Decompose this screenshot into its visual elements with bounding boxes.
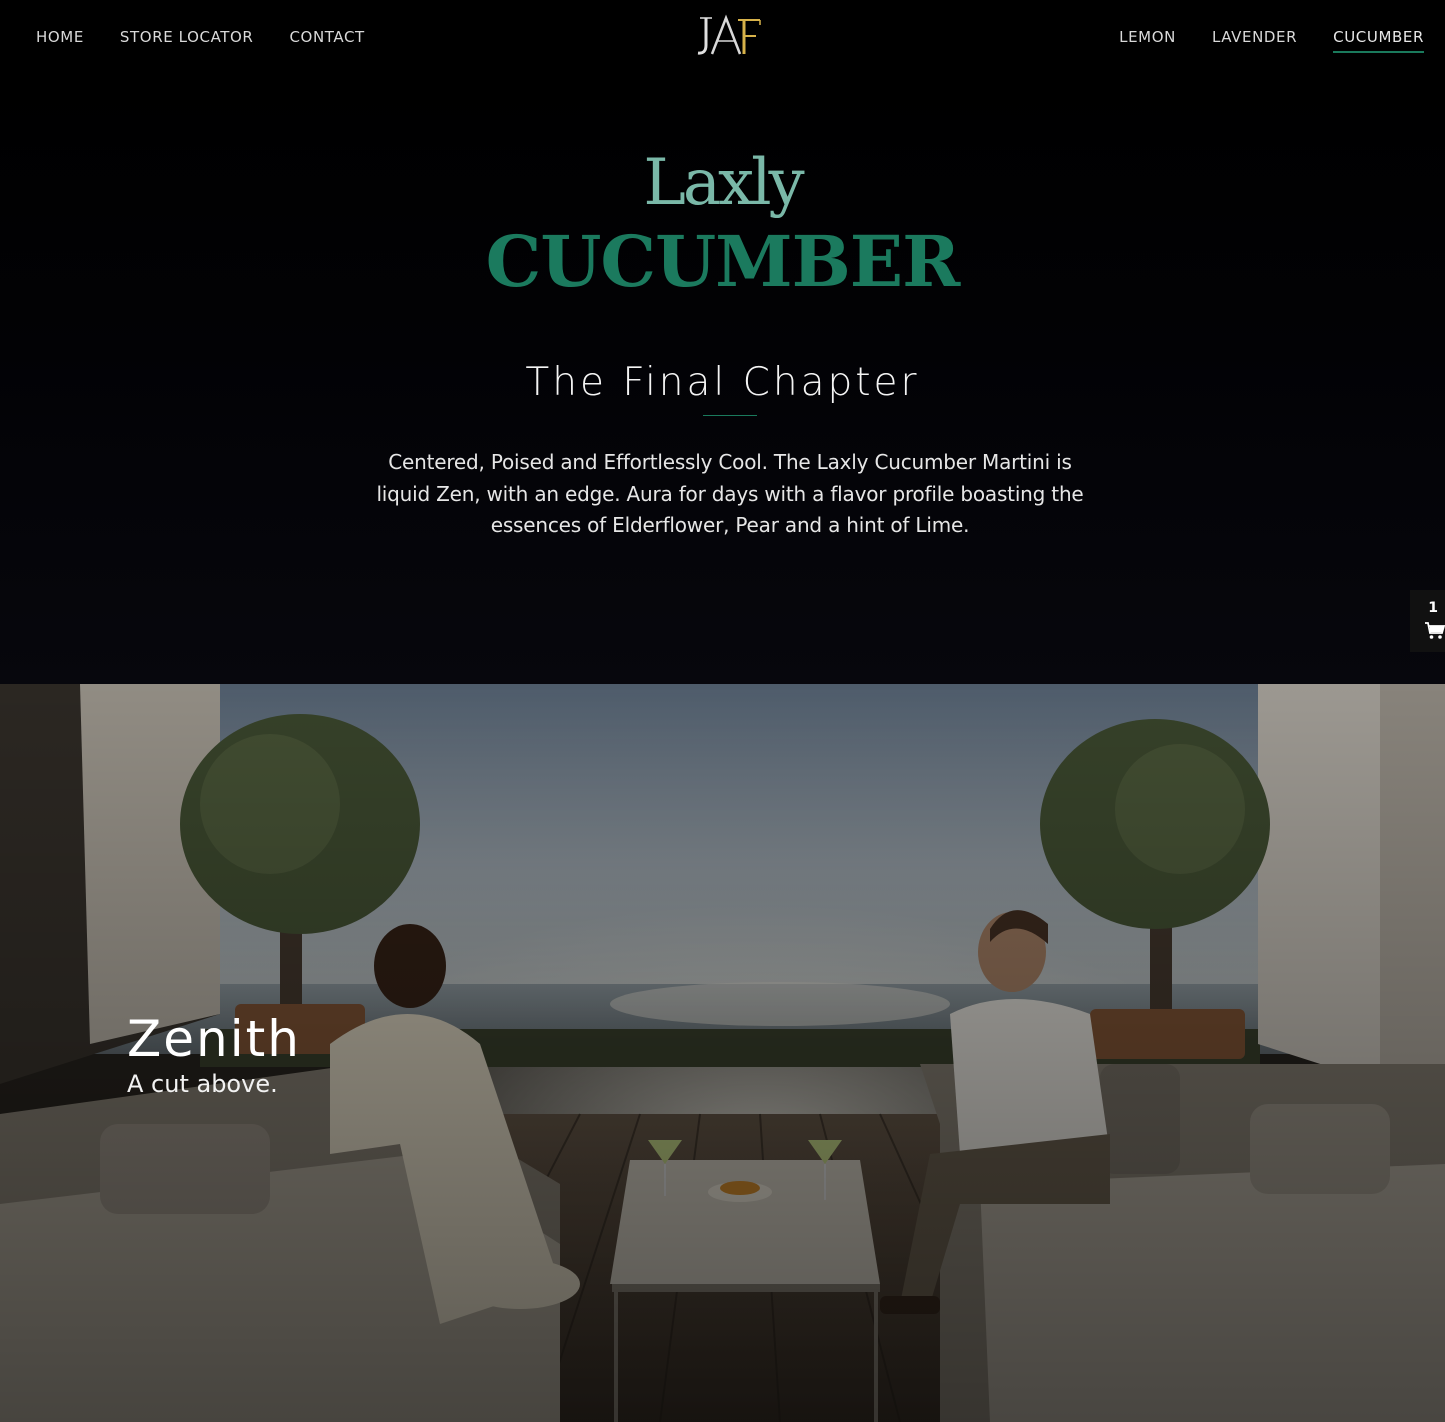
title-divider: [703, 415, 757, 416]
cart-button[interactable]: 1: [1410, 590, 1445, 652]
site-header: HOME STORE LOCATOR CONTACT LEMON LAVENDE…: [0, 0, 1445, 76]
nav-store-locator-link[interactable]: STORE LOCATOR: [120, 28, 254, 51]
hero-section: Laxly CUCUMBER The Final Chapter Centere…: [0, 76, 1445, 684]
feature-photo-section: Zenith A cut above.: [0, 684, 1445, 1422]
nav-contact-link[interactable]: CONTACT: [289, 28, 364, 51]
primary-nav-right: LEMON LAVENDER CUCUMBER: [1119, 28, 1424, 53]
nav-lavender-link[interactable]: LAVENDER: [1212, 28, 1297, 53]
cart-count-badge: 1: [1428, 600, 1438, 616]
primary-nav-left: HOME STORE LOCATOR CONTACT: [36, 28, 365, 51]
jaf-logo-mark: [697, 14, 761, 55]
feature-subtitle: A cut above.: [127, 1070, 278, 1098]
brand-wordmark: Laxly: [643, 146, 804, 220]
jaf-logo[interactable]: [692, 14, 768, 58]
hero-description: Centered, Poised and Effortlessly Cool. …: [376, 450, 1084, 537]
nav-home-link[interactable]: HOME: [36, 28, 84, 51]
shopping-cart-icon: [1425, 622, 1445, 639]
flavor-name: CUCUMBER: [485, 220, 961, 303]
hero-title: The Final Chapter: [525, 360, 920, 405]
nav-lemon-link[interactable]: LEMON: [1119, 28, 1176, 53]
nav-cucumber-link[interactable]: CUCUMBER: [1333, 28, 1424, 53]
feature-title: Zenith: [127, 1010, 301, 1068]
